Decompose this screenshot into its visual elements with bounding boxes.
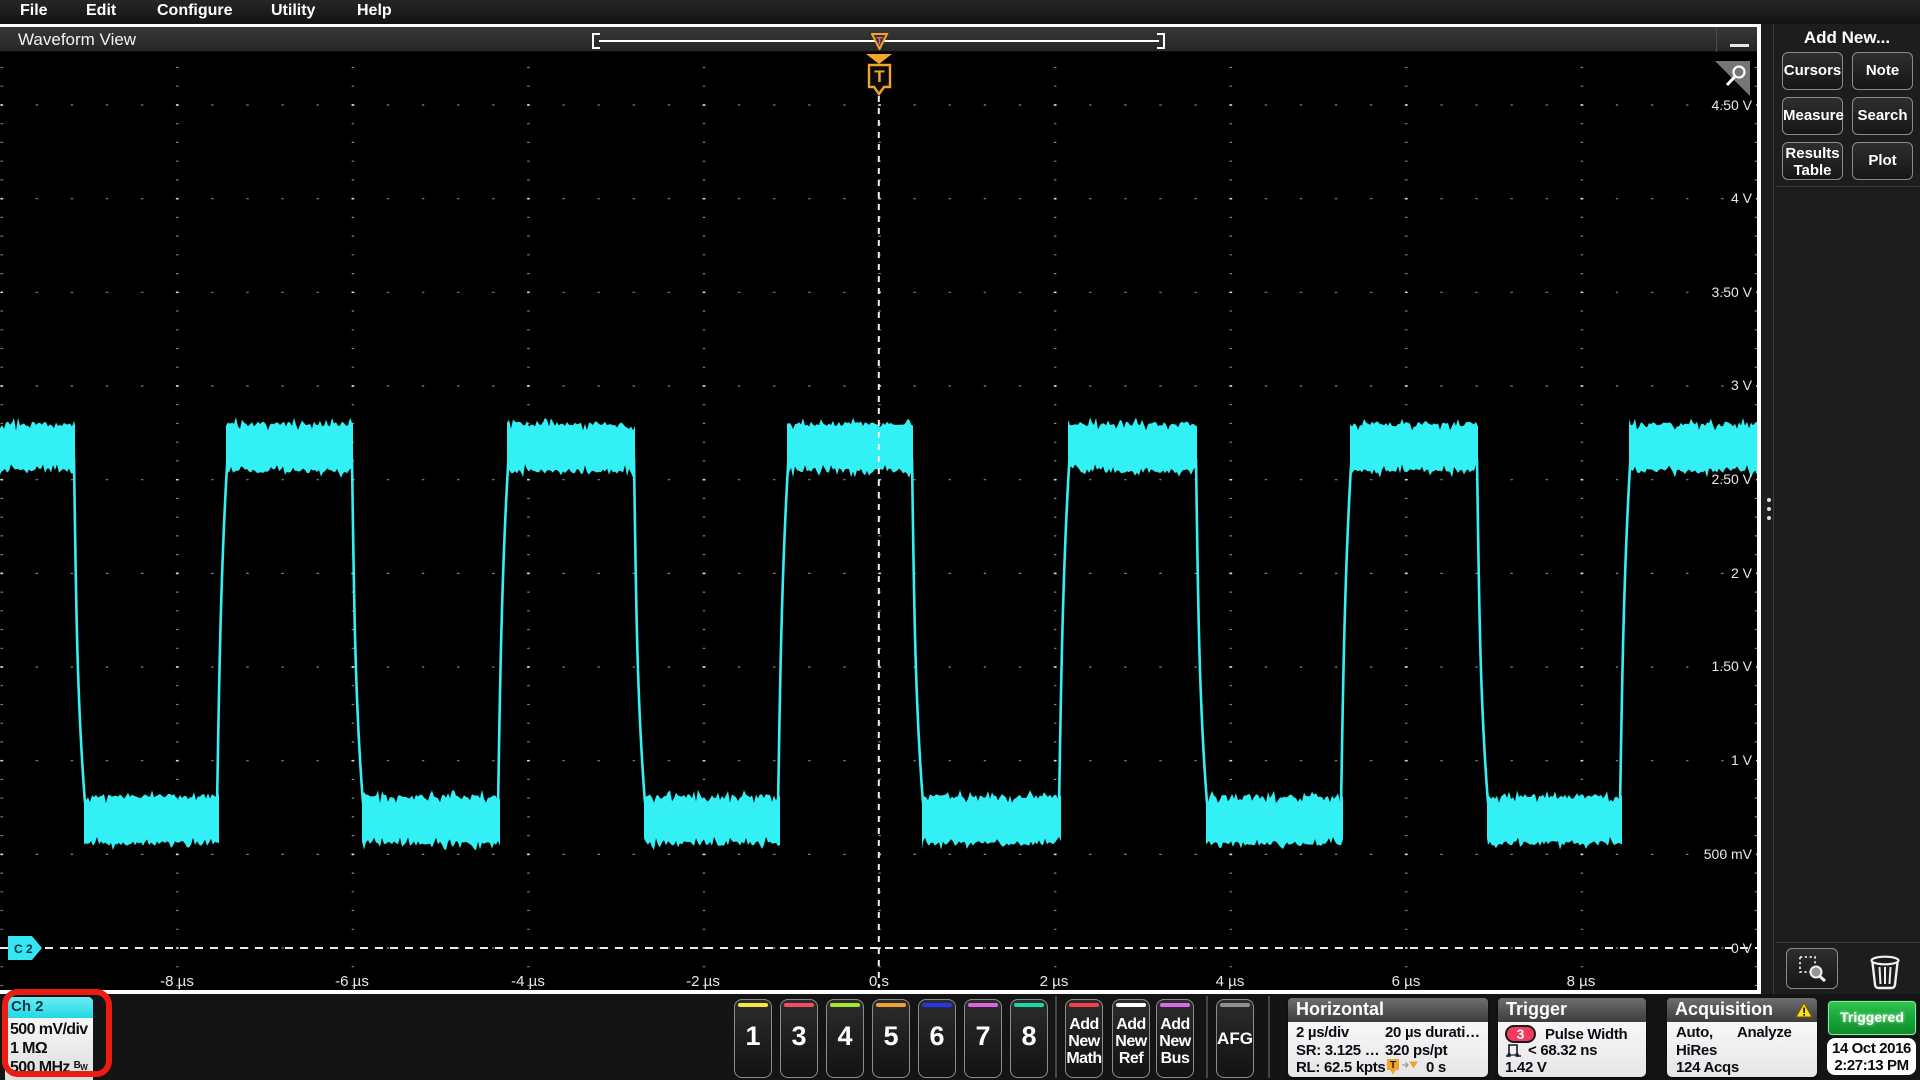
svg-text:-6 µs: -6 µs [335, 973, 369, 990]
svg-text:-4 µs: -4 µs [511, 973, 545, 990]
svg-text:1.50 V: 1.50 V [1712, 658, 1753, 674]
svg-text:4 V: 4 V [1731, 190, 1753, 206]
svg-text:0 V: 0 V [1731, 940, 1753, 956]
svg-text:4 µs: 4 µs [1216, 973, 1245, 990]
svg-text:2 µs: 2 µs [1040, 973, 1069, 990]
svg-text:T: T [1390, 1060, 1396, 1071]
svg-text:8 µs: 8 µs [1567, 973, 1596, 990]
svg-text:T: T [874, 67, 885, 86]
svg-text:3 V: 3 V [1731, 377, 1753, 393]
svg-text:500 mV: 500 mV [1704, 846, 1753, 862]
svg-text:6 µs: 6 µs [1392, 973, 1421, 990]
svg-text:1 V: 1 V [1731, 752, 1753, 768]
svg-text:3.50 V: 3.50 V [1712, 284, 1753, 300]
svg-text:T: T [876, 36, 883, 48]
svg-text:2.50 V: 2.50 V [1712, 471, 1753, 487]
svg-text:0 s: 0 s [869, 973, 889, 990]
svg-text:2 V: 2 V [1731, 565, 1753, 581]
svg-text:C 2: C 2 [14, 942, 33, 956]
svg-text:4.50 V: 4.50 V [1712, 97, 1753, 113]
svg-text:-2 µs: -2 µs [686, 973, 720, 990]
svg-text:-8 µs: -8 µs [160, 973, 194, 990]
